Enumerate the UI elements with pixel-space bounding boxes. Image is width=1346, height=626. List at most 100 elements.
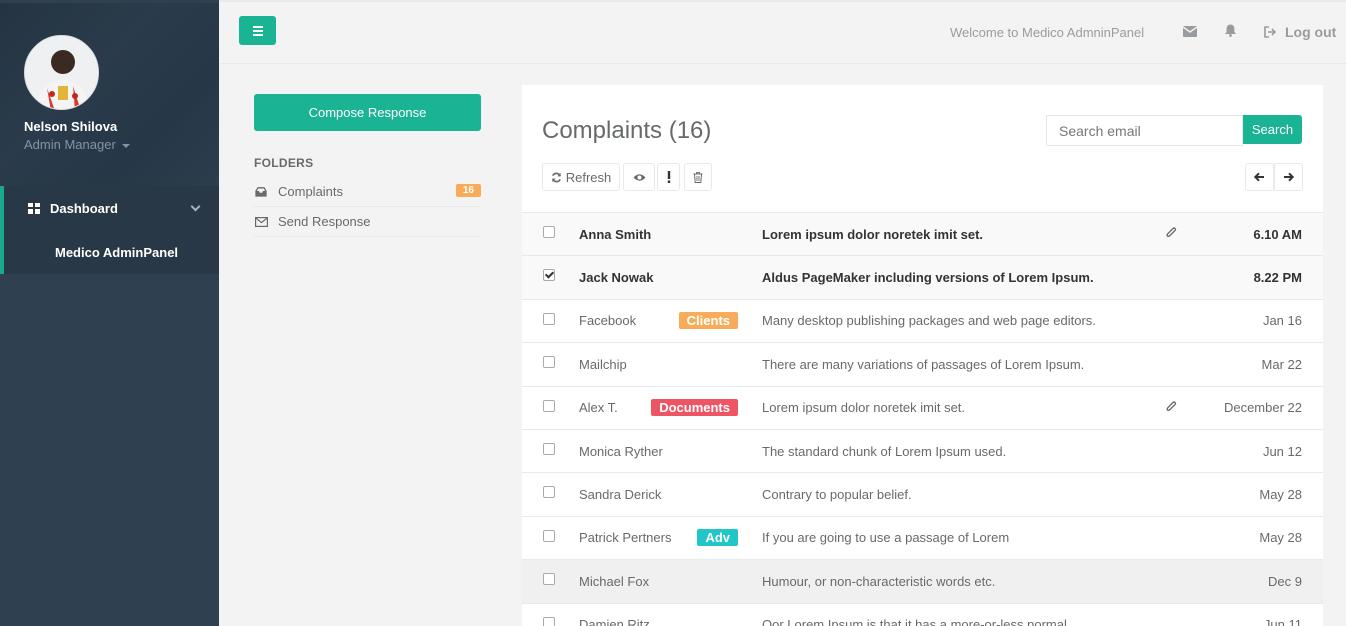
logout-label: Log out [1285, 24, 1337, 40]
mailbox-panel: Complaints (16) Search Refresh Anna Smit… [522, 85, 1323, 626]
mail-sender[interactable]: Sandra Derick [579, 487, 661, 502]
mail-sender[interactable]: Facebook [579, 313, 636, 328]
sidebar-subitem-medico[interactable]: Medico AdminPanel [4, 230, 219, 274]
mailbox-title: Complaints (16) [542, 117, 712, 144]
row-checkbox[interactable] [543, 529, 555, 542]
profile-role-label: Admin Manager [24, 137, 116, 152]
sign-out-icon [1264, 26, 1277, 38]
bell-icon[interactable] [1224, 24, 1237, 40]
prev-page-button[interactable] [1245, 163, 1274, 191]
folder-send-response[interactable]: Send Response [254, 207, 481, 237]
mail-subject[interactable]: There are many variations of passages of… [762, 357, 1084, 372]
mail-date: May 28 [1259, 487, 1302, 503]
mail-date: Mar 22 [1261, 356, 1302, 372]
mail-row[interactable]: Monica Ryther The standard chunk of Lorem… [522, 430, 1323, 474]
row-checkbox[interactable] [543, 312, 555, 325]
mail-list: Anna Smith Lorem ipsum dolor noretek imit… [522, 213, 1323, 626]
mail-date: 6.10 AM [1253, 226, 1302, 242]
row-checkbox[interactable] [543, 399, 555, 412]
mail-row[interactable]: Jack Nowak Aldus PageMaker including vers… [522, 256, 1323, 300]
mail-row[interactable]: Patrick Pertners Adv If you are going to u… [522, 517, 1323, 561]
dashboard-grid-icon [28, 202, 40, 214]
avatar[interactable] [24, 35, 99, 110]
logout-link[interactable]: Log out [1264, 24, 1336, 40]
welcome-message: Welcome to Medico AdmninPanel [950, 25, 1145, 40]
paperclip-icon [1166, 400, 1177, 416]
chevron-down-icon [190, 201, 201, 212]
mail-subject[interactable]: The standard chunk of Lorem Ipsum used. [762, 444, 1006, 459]
row-checkbox[interactable] [543, 356, 555, 369]
mark-important-button[interactable] [657, 163, 680, 191]
mail-label-badge: Adv [697, 528, 738, 546]
caret-down-icon [121, 143, 130, 148]
mail-row[interactable]: Facebook Clients Many desktop publishing p… [522, 300, 1323, 344]
arrow-right-icon [1284, 172, 1294, 182]
mail-date: December 22 [1223, 400, 1302, 416]
folder-label: Send Response [278, 214, 371, 229]
refresh-button[interactable]: Refresh [542, 163, 620, 191]
inbox-icon [254, 186, 268, 197]
arrow-left-icon [1254, 172, 1264, 182]
mail-subject[interactable]: Lorem ipsum dolor noretek imit set. [762, 400, 965, 415]
trash-icon [693, 171, 703, 183]
mail-date: 8.22 PM [1253, 270, 1302, 286]
next-page-button[interactable] [1274, 163, 1303, 191]
mail-subject[interactable]: Many desktop publishing packages and web… [762, 313, 1096, 328]
row-checkbox[interactable] [543, 226, 555, 238]
row-checkbox[interactable] [543, 616, 555, 626]
exclamation-icon [667, 171, 670, 183]
mail-row[interactable]: Anna Smith Lorem ipsum dolor noretek imit… [522, 213, 1323, 257]
mail-sender[interactable]: Patrick Pertners [579, 530, 671, 545]
mail-subject[interactable]: Lorem ipsum dolor noretek imit set. [762, 227, 983, 242]
refresh-label: Refresh [565, 169, 612, 185]
mail-date: May 28 [1259, 530, 1302, 546]
eye-icon [633, 173, 645, 181]
sidebar: Nelson Shilova Admin Manager Dashboard M… [0, 0, 219, 626]
mail-sender[interactable]: Michael Fox [579, 574, 649, 589]
profile-role-dropdown[interactable]: Admin Manager [24, 137, 219, 152]
mail-subject[interactable]: Contrary to popular belief. [762, 487, 912, 502]
refresh-icon [551, 172, 561, 182]
mail-subject[interactable]: Oor Lorem Ipsum is that it has a more-or… [762, 617, 1071, 626]
mail-row[interactable]: Mailchip There are many variations of pas… [522, 343, 1323, 387]
hamburger-icon [252, 25, 263, 28]
delete-button[interactable] [684, 163, 712, 191]
sidebar-item-dashboard[interactable]: Dashboard [4, 186, 219, 230]
mail-subject[interactable]: Aldus PageMaker including versions of Lo… [762, 270, 1094, 285]
search-email-input[interactable] [1046, 115, 1243, 146]
mail-row[interactable]: Michael Fox Humour, or non-characteristic… [522, 560, 1323, 604]
count-badge: 16 [455, 184, 481, 197]
mark-read-button[interactable] [623, 163, 655, 191]
menu-toggle-button[interactable] [239, 16, 276, 45]
compose-response-button[interactable]: Compose Response [254, 94, 481, 131]
profile-name: Nelson Shilova [24, 119, 118, 134]
mail-date: Jun 12 [1262, 443, 1302, 459]
mail-sender[interactable]: Damien Ritz [579, 617, 650, 626]
mail-date: Dec 9 [1268, 573, 1302, 589]
mail-sender[interactable]: Monica Ryther [579, 444, 663, 459]
mail-row[interactable]: Sandra Derick Contrary to popular belief.… [522, 473, 1323, 517]
mail-label-badge: Documents [651, 398, 738, 416]
row-checkbox[interactable] [543, 269, 555, 282]
row-checkbox[interactable] [543, 442, 555, 455]
mail-sender[interactable]: Alex T. [579, 400, 618, 415]
mail-sender[interactable]: Jack Nowak [579, 270, 653, 285]
mail-label-badge: Clients [678, 311, 738, 329]
mail-subject[interactable]: If you are going to use a passage of Lor… [762, 530, 1009, 545]
mail-sender[interactable]: Mailchip [579, 357, 627, 372]
mail-subject[interactable]: Humour, or non-characteristic words etc. [762, 574, 995, 589]
envelope-icon[interactable] [1182, 24, 1198, 40]
folders-heading: FOLDERS [254, 156, 314, 170]
top-navbar: Welcome to Medico AdmninPanel Log out [219, 0, 1346, 64]
row-checkbox[interactable] [543, 486, 555, 499]
row-checkbox[interactable] [543, 573, 555, 586]
search-button[interactable]: Search [1243, 115, 1302, 144]
mail-row[interactable]: Damien Ritz Oor Lorem Ipsum is that it ha… [522, 604, 1323, 626]
profile-panel: Nelson Shilova Admin Manager [0, 0, 219, 186]
mail-sender[interactable]: Anna Smith [579, 227, 651, 242]
sidebar-item-label: Dashboard [50, 200, 118, 216]
folder-complaints[interactable]: Complaints 16 [254, 177, 481, 207]
mail-row[interactable]: Alex T. Documents Lorem ipsum dolor norete… [522, 387, 1323, 430]
sidebar-nav: Dashboard Medico AdminPanel [0, 186, 219, 274]
envelope-icon [254, 216, 268, 227]
